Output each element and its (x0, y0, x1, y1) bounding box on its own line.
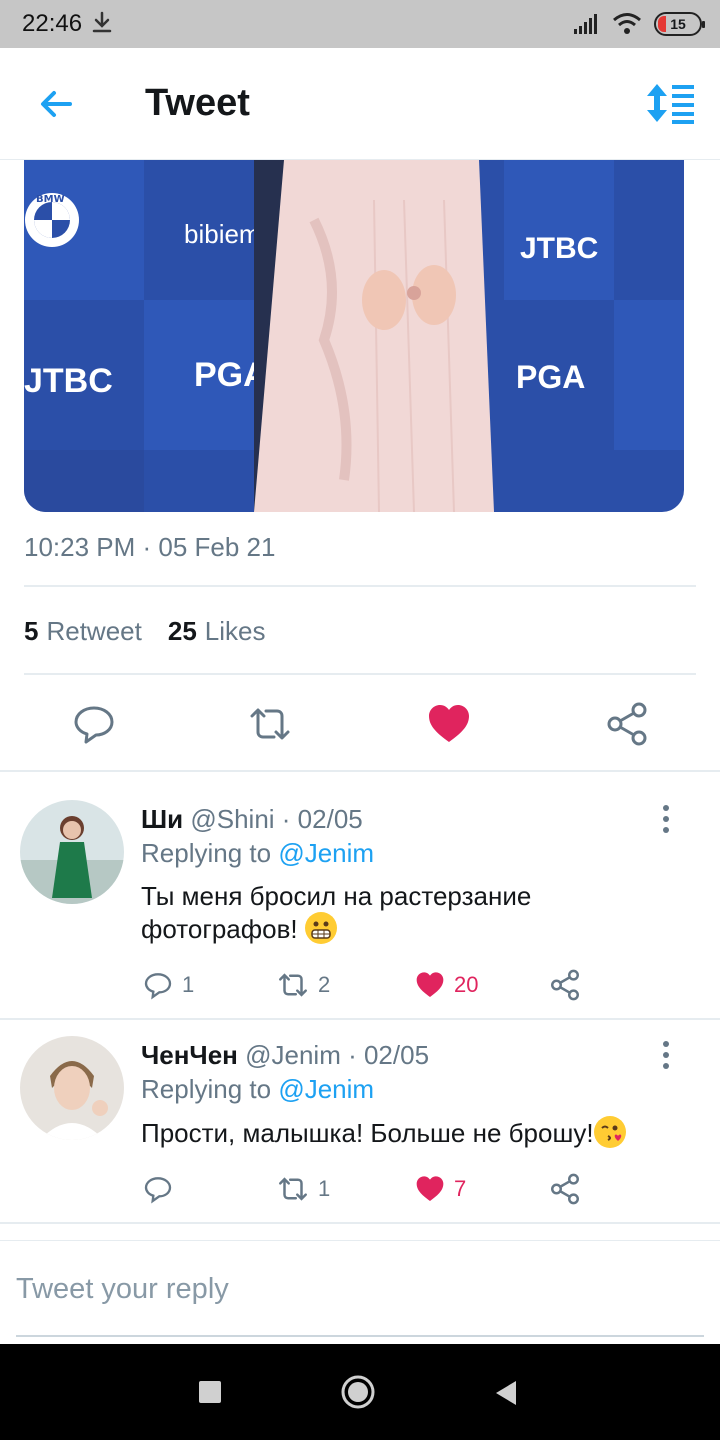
likes-label: Likes (204, 616, 266, 646)
more-options-icon[interactable] (660, 804, 672, 834)
divider (0, 1018, 720, 1020)
reply-icon (144, 1177, 172, 1204)
mention-link[interactable]: @Jenim (278, 1074, 374, 1104)
retweets-stat[interactable]: 5 Retweet (24, 616, 142, 647)
reply-author-name[interactable]: Ши (141, 804, 183, 834)
reply-action[interactable] (142, 1172, 182, 1206)
likes-count: 25 (167, 616, 197, 646)
retweet-icon[interactable] (246, 700, 294, 748)
status-bar: 22:46 15 (0, 0, 720, 48)
battery-icon: 15 (654, 12, 705, 36)
replying-to: Replying to @Jenim (141, 838, 374, 869)
reply-text: Ты меня бросил на растерзание фотографов… (141, 881, 532, 944)
system-nav-bar (0, 1344, 720, 1440)
like-action[interactable]: 7 (414, 1172, 466, 1206)
retweet-count: 1 (318, 1176, 331, 1201)
divider (0, 1222, 720, 1224)
reply-action[interactable]: 1 (142, 968, 194, 1002)
like-count: 20 (454, 972, 479, 997)
tweet-actions (0, 690, 720, 770)
grimacing-emoji-icon (304, 912, 337, 944)
retweet-action[interactable]: 2 (276, 968, 330, 1002)
sponsor-text-jtbc-2: JTBC (24, 362, 113, 400)
signal-icon (574, 14, 597, 34)
kissing-wink-emoji-icon (593, 1116, 626, 1148)
status-time: 22:46 (22, 10, 83, 37)
like-action[interactable]: 20 (414, 968, 478, 1002)
back-triangle-icon[interactable] (494, 1380, 518, 1406)
retweet-count: 2 (318, 972, 331, 997)
divider (24, 673, 696, 675)
download-icon (92, 11, 112, 33)
retweets-count: 5 (24, 616, 39, 646)
likes-stat[interactable]: 25 Likes (168, 616, 266, 647)
divider (0, 770, 720, 772)
share-icon[interactable] (548, 968, 582, 1002)
replying-to-label: Replying to (141, 1074, 279, 1104)
reply-input[interactable] (16, 1269, 704, 1309)
header: Tweet (0, 48, 720, 160)
retweet-icon (279, 973, 307, 997)
like-heart-icon (416, 1176, 444, 1201)
back-arrow-icon[interactable] (36, 84, 76, 124)
share-icon[interactable] (603, 700, 651, 748)
retweet-action[interactable]: 1 (276, 1172, 330, 1206)
reply-icon[interactable] (70, 700, 118, 748)
avatar[interactable] (20, 1036, 124, 1140)
divider (24, 585, 696, 587)
sort-icon[interactable] (646, 82, 696, 124)
tweet-image[interactable]: BMW bibiem JTBC JTBC PGA PGA (24, 160, 684, 512)
wifi-icon (613, 13, 641, 34)
bmw-logo-text: BMW (36, 194, 65, 205)
home-circle-icon[interactable] (340, 1374, 376, 1410)
replying-to: Replying to @Jenim (141, 1074, 374, 1105)
share-icon[interactable] (548, 1172, 582, 1206)
like-heart-icon[interactable] (425, 700, 473, 748)
reply-count: 1 (182, 972, 195, 997)
reply-handle: @Shini · 02/05 (190, 804, 363, 834)
tweet-timestamp: 10:23 PM · 05 Feb 21 (24, 532, 276, 562)
retweets-label: Retweet (46, 616, 142, 646)
mention-link[interactable]: @Jenim (278, 838, 374, 868)
more-options-icon[interactable] (660, 1040, 672, 1070)
replying-to-label: Replying to (141, 838, 279, 868)
reply-author-name[interactable]: ЧенЧен (141, 1040, 238, 1070)
reply-icon (144, 973, 172, 1000)
like-count: 7 (454, 1176, 467, 1201)
sponsor-text-pga-2: PGA (516, 359, 585, 395)
reply-text: Прости, малышка! Больше не брошу! (141, 1116, 681, 1149)
reply-header: ЧенЧен @Jenim · 02/05 (141, 1040, 429, 1071)
sponsor-text-jtbc-1: JTBC (520, 232, 598, 265)
avatar[interactable] (20, 800, 124, 904)
reply-input-underline (16, 1335, 704, 1337)
tweet-stats: 5 Retweet 25 Likes (24, 616, 265, 647)
reply-header: Ши @Shini · 02/05 (141, 804, 363, 835)
sponsor-text-bibiem: bibiem (184, 219, 261, 249)
retweet-icon (279, 1177, 307, 1201)
reply-composer (0, 1240, 720, 1344)
reply-handle: @Jenim · 02/05 (245, 1040, 430, 1070)
like-heart-icon (416, 972, 444, 997)
recents-square-icon[interactable] (198, 1380, 222, 1404)
page-title: Tweet (145, 82, 250, 124)
